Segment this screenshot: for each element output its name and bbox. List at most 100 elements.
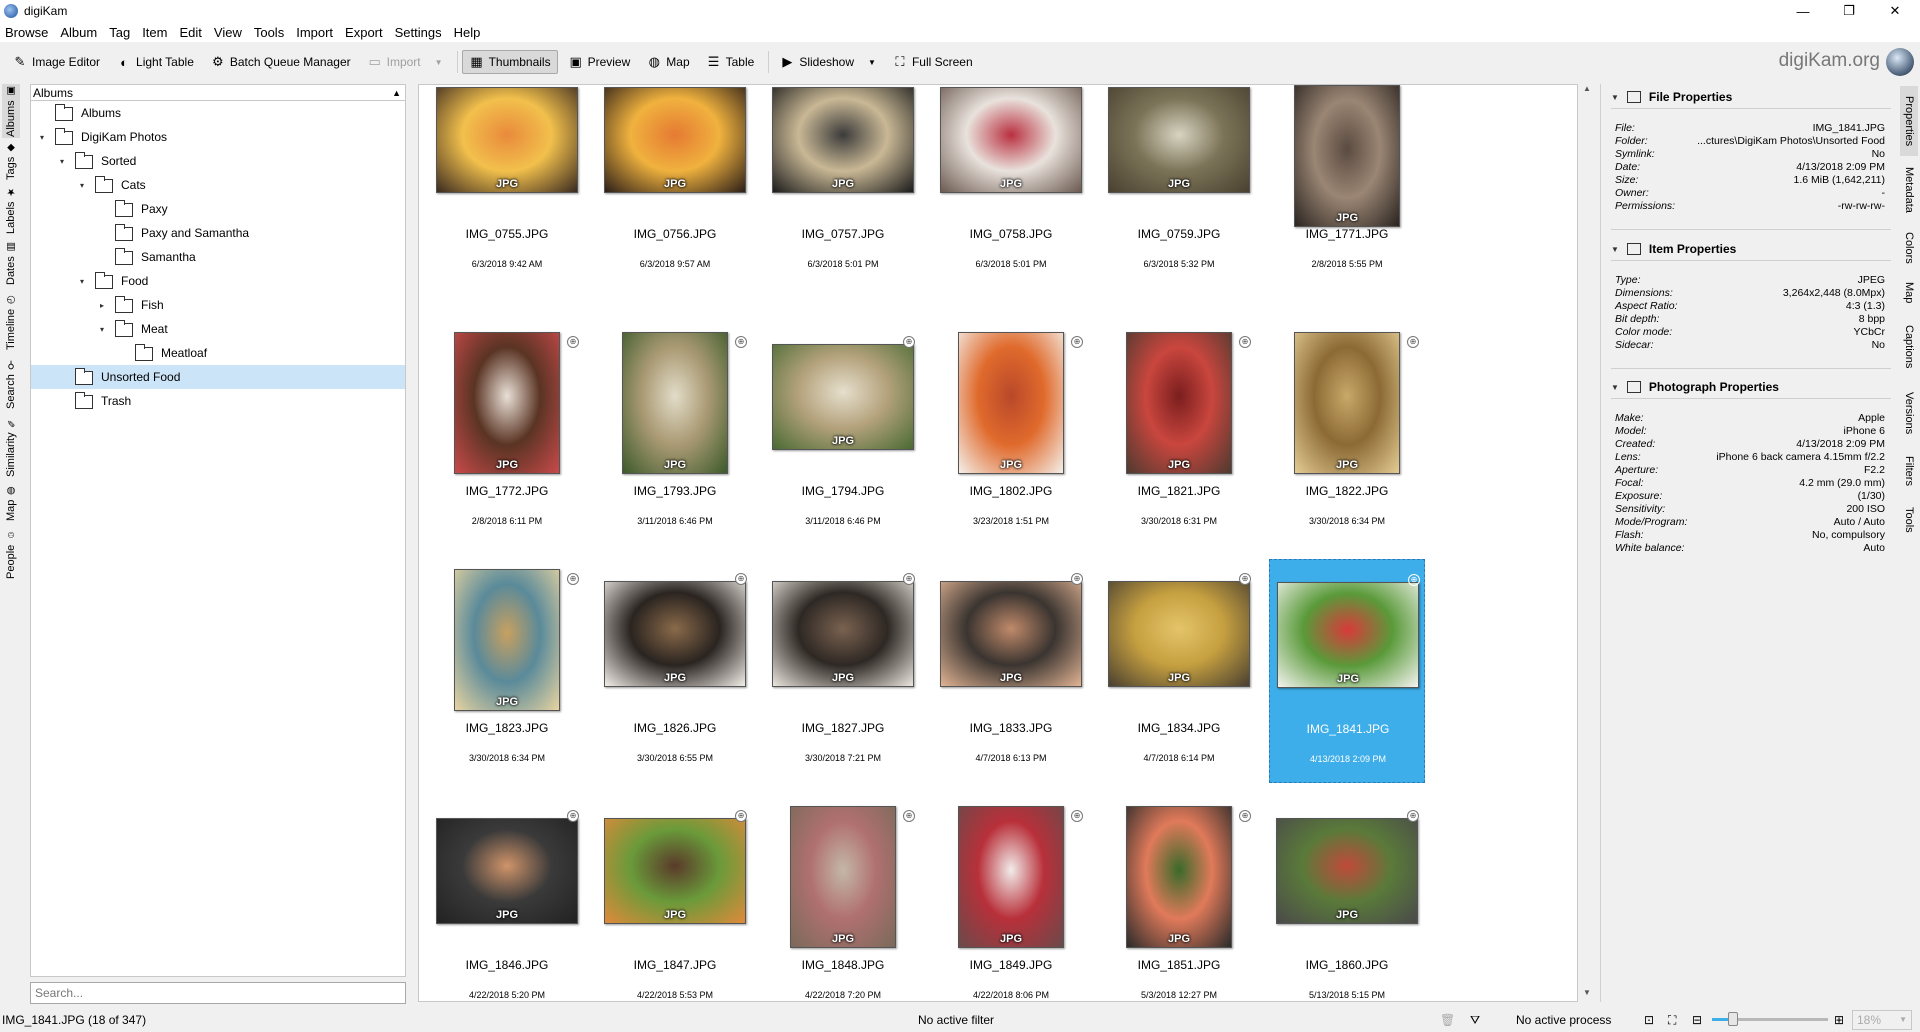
section-photo-properties[interactable]: ▼ Photograph Properties bbox=[1611, 380, 1779, 394]
zoom-slider-handle[interactable] bbox=[1728, 1012, 1738, 1026]
thumbnail-item[interactable]: JPG ⊕ IMG_1794.JPG 3/11/2018 6:46 PM bbox=[765, 322, 921, 546]
thumbnail-item[interactable]: JPG ⊕ IMG_1841.JPG 4/13/2018 2:09 PM bbox=[1269, 559, 1425, 783]
menu-tools[interactable]: Tools bbox=[249, 25, 289, 40]
zoom-fit-icon[interactable]: ⊡ bbox=[1644, 1013, 1654, 1027]
thumbnail-item[interactable]: JPG ⊕ IMG_1847.JPG 4/22/2018 5:53 PM bbox=[597, 796, 753, 1001]
menu-browse[interactable]: Browse bbox=[0, 25, 53, 40]
maximize-button[interactable]: ❐ bbox=[1826, 0, 1872, 22]
album-tree-item[interactable]: ▾ Meat bbox=[31, 317, 405, 341]
collapse-arrow-icon[interactable]: ▾ bbox=[77, 277, 87, 286]
thumbnail-item[interactable]: JPG IMG_0755.JPG 6/3/2018 9:42 AM bbox=[429, 85, 585, 309]
thumbnail-image[interactable]: JPG bbox=[622, 332, 728, 474]
thumbnail-image[interactable]: JPG bbox=[772, 87, 914, 193]
minimize-button[interactable]: — bbox=[1780, 0, 1826, 22]
tab-albums[interactable]: Albums ▣ bbox=[2, 84, 20, 138]
thumbnail-image[interactable]: JPG bbox=[790, 806, 896, 948]
thumbnail-item[interactable]: JPG ⊕ IMG_1834.JPG 4/7/2018 6:14 PM bbox=[1101, 559, 1257, 783]
table-view-button[interactable]: ☰ Table bbox=[700, 50, 761, 74]
thumbnail-item[interactable]: JPG ⊕ IMG_1833.JPG 4/7/2018 6:13 PM bbox=[933, 559, 1089, 783]
menu-import[interactable]: Import bbox=[291, 25, 338, 40]
thumbnail-item[interactable]: JPG ⊕ IMG_1772.JPG 2/8/2018 6:11 PM bbox=[429, 322, 585, 546]
tab-tags[interactable]: Tags ◆ bbox=[2, 140, 20, 182]
menu-tag[interactable]: Tag bbox=[104, 25, 135, 40]
zoom-in-icon[interactable]: ⊞ bbox=[1834, 1013, 1844, 1027]
album-tree-item[interactable]: ▾ Sorted bbox=[31, 149, 405, 173]
collapse-arrow-icon[interactable]: ▼ bbox=[1611, 245, 1619, 254]
tab-search[interactable]: Search ⚲ bbox=[2, 356, 20, 412]
collapse-arrow-icon[interactable]: ▾ bbox=[37, 133, 47, 142]
album-tree-item[interactable]: Albums bbox=[31, 101, 405, 125]
thumbnail-item[interactable]: JPG IMG_0759.JPG 6/3/2018 5:32 PM bbox=[1101, 85, 1257, 309]
full-screen-button[interactable]: ⛶ Full Screen bbox=[886, 50, 979, 74]
collapse-arrow-icon[interactable]: ▼ bbox=[1611, 93, 1619, 102]
thumbnail-image[interactable]: JPG bbox=[772, 581, 914, 687]
thumbnail-image[interactable]: JPG bbox=[454, 332, 560, 474]
thumbnail-image[interactable]: JPG bbox=[1294, 332, 1400, 474]
tab-dates[interactable]: Dates ▤ bbox=[2, 238, 20, 288]
thumbnail-image[interactable]: JPG bbox=[436, 818, 578, 924]
close-button[interactable]: ✕ bbox=[1872, 0, 1918, 22]
batch-queue-button[interactable]: ⚙ Batch Queue Manager bbox=[204, 50, 357, 74]
collapse-arrow-icon[interactable]: ▾ bbox=[77, 181, 87, 190]
thumbnail-image[interactable]: JPG bbox=[940, 581, 1082, 687]
menu-export[interactable]: Export bbox=[340, 25, 388, 40]
album-tree-item[interactable]: ▾ Food bbox=[31, 269, 405, 293]
thumbnail-image[interactable]: JPG bbox=[1126, 806, 1232, 948]
image-editor-button[interactable]: ✎ Image Editor bbox=[6, 50, 106, 74]
album-tree-item[interactable]: Unsorted Food bbox=[31, 365, 405, 389]
tab-labels[interactable]: Labels ★ bbox=[2, 184, 20, 236]
album-tree-item[interactable]: Samantha bbox=[31, 245, 405, 269]
section-item-properties[interactable]: ▼ Item Properties bbox=[1611, 242, 1736, 256]
tab-colors[interactable]: Colors bbox=[1900, 224, 1918, 272]
thumbnail-image[interactable]: JPG bbox=[454, 569, 560, 711]
menu-view[interactable]: View bbox=[209, 25, 247, 40]
tab-timeline[interactable]: Timeline ◷ bbox=[2, 290, 20, 354]
thumbnails-view-button[interactable]: ▦ Thumbnails bbox=[461, 50, 558, 74]
thumbnail-image[interactable]: JPG bbox=[940, 87, 1082, 193]
thumbnail-item[interactable]: JPG ⊕ IMG_1848.JPG 4/22/2018 7:20 PM bbox=[765, 796, 921, 1001]
thumbnail-item[interactable]: JPG IMG_0757.JPG 6/3/2018 5:01 PM bbox=[765, 85, 921, 309]
tab-captions[interactable]: Captions bbox=[1900, 314, 1918, 380]
menu-album[interactable]: Album bbox=[55, 25, 102, 40]
thumbnail-image[interactable]: JPG bbox=[1126, 332, 1232, 474]
album-search-input[interactable]: Search... bbox=[30, 982, 406, 1004]
thumbnail-image[interactable]: JPG bbox=[958, 806, 1064, 948]
tab-people[interactable]: People ☺ bbox=[2, 526, 20, 582]
thumbnail-image[interactable]: JPG bbox=[604, 818, 746, 924]
album-tree-item[interactable]: ▾ Cats bbox=[31, 173, 405, 197]
thumbnail-item[interactable]: JPG ⊕ IMG_1802.JPG 3/23/2018 1:51 PM bbox=[933, 322, 1089, 546]
slideshow-button[interactable]: ▶ Slideshow ▼ bbox=[773, 50, 882, 74]
section-file-properties[interactable]: ▼ File Properties bbox=[1611, 90, 1732, 104]
collapse-arrow-icon[interactable]: ▾ bbox=[97, 325, 107, 334]
collapse-arrow-icon[interactable]: ▼ bbox=[1611, 383, 1619, 392]
album-tree-item[interactable]: Trash bbox=[31, 389, 405, 413]
tab-versions[interactable]: Versions bbox=[1900, 382, 1918, 444]
import-dropdown-icon[interactable]: ▼ bbox=[435, 58, 443, 67]
thumbnail-item[interactable]: JPG IMG_1771.JPG 2/8/2018 5:55 PM bbox=[1269, 85, 1425, 309]
zoom-actual-icon[interactable]: ⛶ bbox=[1668, 1013, 1676, 1028]
tab-metadata[interactable]: Metadata bbox=[1900, 158, 1918, 222]
thumbnail-image[interactable]: JPG bbox=[1108, 581, 1250, 687]
thumbnail-image[interactable]: JPG bbox=[1276, 818, 1418, 924]
thumbnail-item[interactable]: JPG ⊕ IMG_1822.JPG 3/30/2018 6:34 PM bbox=[1269, 322, 1425, 546]
thumbnail-item[interactable]: JPG ⊕ IMG_1793.JPG 3/11/2018 6:46 PM bbox=[597, 322, 753, 546]
thumbnail-image[interactable]: JPG bbox=[604, 87, 746, 193]
expand-arrow-icon[interactable]: ▸ bbox=[97, 301, 107, 310]
scroll-up-icon[interactable]: ▲ bbox=[1580, 84, 1594, 98]
thumbnail-item[interactable]: JPG ⊕ IMG_1846.JPG 4/22/2018 5:20 PM bbox=[429, 796, 585, 1001]
thumbnail-item[interactable]: JPG IMG_0758.JPG 6/3/2018 5:01 PM bbox=[933, 85, 1089, 309]
thumbnail-image[interactable]: JPG bbox=[604, 581, 746, 687]
trash-icon[interactable]: 🗑 bbox=[1440, 1013, 1455, 1027]
light-table-button[interactable]: ◐ Light Table bbox=[110, 50, 200, 74]
tab-filters[interactable]: Filters bbox=[1900, 446, 1918, 496]
thumbnail-image[interactable]: JPG bbox=[772, 344, 914, 450]
menu-edit[interactable]: Edit bbox=[174, 25, 206, 40]
thumbnail-item[interactable]: JPG IMG_0756.JPG 6/3/2018 9:57 AM bbox=[597, 85, 753, 309]
thumbnail-image[interactable]: JPG bbox=[1277, 582, 1419, 688]
grid-scrollbar[interactable]: ▲ ▼ bbox=[1580, 84, 1594, 1002]
map-view-button[interactable]: ◍ Map bbox=[640, 50, 695, 74]
scroll-down-icon[interactable]: ▼ bbox=[1580, 988, 1594, 1002]
import-button[interactable]: ▭ Import ▼ bbox=[361, 50, 449, 74]
tab-map[interactable]: Map ◍ bbox=[2, 482, 20, 524]
thumbnail-image[interactable]: JPG bbox=[1108, 87, 1250, 193]
